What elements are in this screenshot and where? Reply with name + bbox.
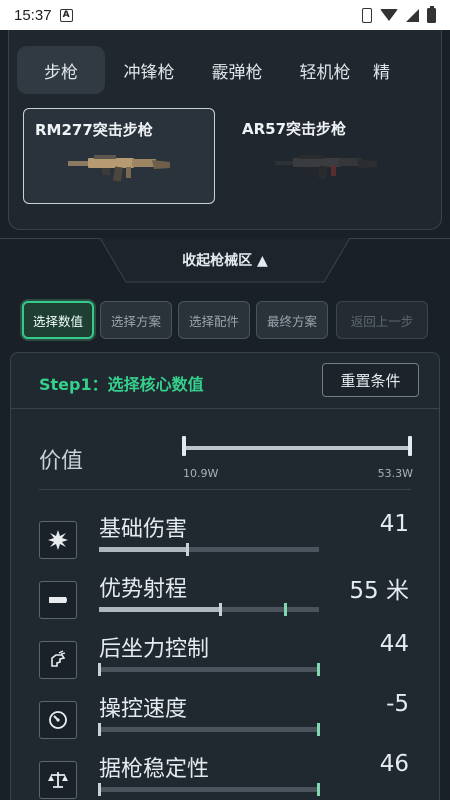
stat-min-handle[interactable]	[219, 603, 222, 616]
battery-icon	[427, 5, 436, 23]
stat-name: 据枪稳定性	[99, 757, 210, 782]
tab-marksman[interactable]: 精	[369, 46, 409, 94]
step-select-attachments-button[interactable]: 选择配件	[178, 301, 250, 339]
status-time: 15:37	[14, 6, 52, 24]
step-buttons: 选择数值 选择方案 选择配件 最终方案 返回上一步	[22, 301, 432, 341]
stat-value: 55 米	[349, 578, 409, 604]
stat-min-handle[interactable]	[98, 723, 101, 736]
stat-min-handle[interactable]	[98, 783, 101, 796]
price-label: 价值	[39, 449, 84, 474]
core-values-panel: Step1：选择核心数值 重置条件 价值 10.9W 53.3W 基础伤害 41…	[10, 352, 440, 800]
stat-value: -5	[386, 691, 409, 717]
speedometer-icon	[39, 701, 77, 739]
stat-row-effective-range: 优势射程 55 米	[11, 565, 439, 625]
tab-lmg[interactable]: 轻机枪	[281, 46, 369, 94]
stat-slider[interactable]	[98, 663, 320, 676]
stat-fill	[99, 607, 220, 612]
balance-scale-icon	[39, 761, 77, 799]
cell-signal-icon	[406, 8, 419, 22]
collapse-weapon-area-button[interactable]: 收起枪械区 ▲	[0, 250, 450, 270]
step-back-button[interactable]: 返回上一步	[336, 301, 428, 339]
stat-slider[interactable]	[99, 543, 319, 556]
price-min-label: 10.9W	[183, 467, 219, 480]
stat-slider[interactable]	[99, 603, 319, 616]
stat-name: 基础伤害	[99, 517, 188, 542]
stat-max-handle[interactable]	[284, 603, 287, 616]
stat-slider[interactable]	[98, 783, 320, 796]
weapon-panel: 步枪 冲锋枪 霰弹枪 轻机枪 精 RM277突击步枪 AR57突击步枪	[8, 30, 442, 230]
panel-header: Step1：选择核心数值 重置条件	[11, 353, 439, 409]
divider	[39, 489, 411, 490]
price-range-track	[184, 446, 410, 450]
stat-max-handle[interactable]	[317, 783, 320, 796]
tab-smg[interactable]: 冲锋枪	[105, 46, 193, 94]
reset-conditions-button[interactable]: 重置条件	[322, 363, 419, 397]
price-max-handle[interactable]	[408, 436, 412, 456]
step-select-values-button[interactable]: 选择数值	[22, 301, 94, 339]
stat-min-handle[interactable]	[98, 663, 101, 676]
stat-name: 优势射程	[99, 577, 188, 602]
stat-row-aim-stability: 据枪稳定性 46	[11, 745, 439, 800]
weapon-card-ar57[interactable]: AR57突击步枪	[231, 108, 423, 204]
stat-value: 41	[379, 511, 409, 537]
status-bar: 15:37 A	[0, 0, 450, 30]
rifle-image-icon	[68, 155, 170, 182]
price-min-handle[interactable]	[182, 436, 186, 456]
weapon-type-tabs: 步枪 冲锋枪 霰弹枪 轻机枪 精	[17, 46, 443, 94]
stat-fill	[99, 547, 187, 552]
burst-icon	[39, 521, 77, 559]
stat-min-handle[interactable]	[186, 543, 189, 556]
weapon-name: AR57突击步枪	[242, 120, 347, 138]
bullet-icon	[39, 581, 77, 619]
tab-shotgun[interactable]: 霰弹枪	[193, 46, 281, 94]
stat-max-handle[interactable]	[317, 663, 320, 676]
rifle-image-icon	[275, 155, 377, 180]
stat-row-recoil-control: 后坐力控制 44	[11, 625, 439, 685]
step-title: Step1：选择核心数值	[39, 375, 204, 394]
stat-name: 后坐力控制	[99, 637, 210, 662]
stat-row-base-damage: 基础伤害 41	[11, 505, 439, 565]
wifi-icon	[380, 9, 398, 21]
stat-row-handling-speed: 操控速度 -5	[11, 685, 439, 745]
stat-slider[interactable]	[98, 723, 320, 736]
a-badge-icon: A	[59, 8, 73, 22]
step-final-plan-button[interactable]: 最终方案	[256, 301, 328, 339]
stat-name: 操控速度	[99, 697, 188, 722]
tab-rifle[interactable]: 步枪	[17, 46, 105, 94]
stat-value: 44	[379, 631, 409, 657]
price-max-label: 53.3W	[377, 467, 413, 480]
step-select-plan-button[interactable]: 选择方案	[100, 301, 172, 339]
weapon-card-rm277[interactable]: RM277突击步枪	[23, 108, 215, 204]
sim-card-icon	[362, 7, 372, 23]
stat-value: 46	[379, 751, 409, 777]
recoil-hand-icon	[39, 641, 77, 679]
weapon-name: RM277突击步枪	[35, 121, 153, 139]
stat-max-handle[interactable]	[317, 723, 320, 736]
